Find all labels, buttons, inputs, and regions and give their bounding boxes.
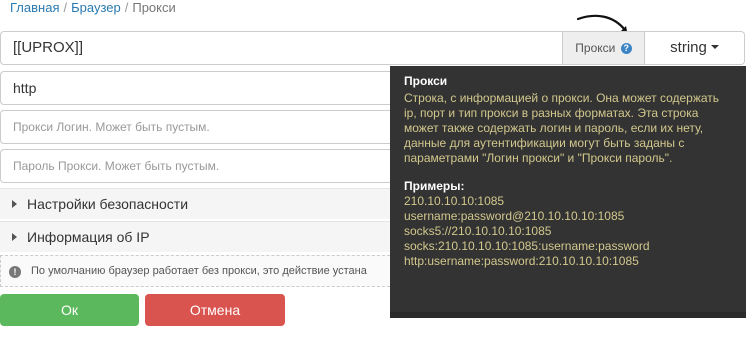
tooltip-example: socks:210.10.10.10:1085:username:passwor… <box>404 239 650 253</box>
notice-text: По умолчанию браузер работает без прокси… <box>31 265 367 277</box>
tooltip-examples-title: Примеры: <box>404 179 465 193</box>
default-proxy-notice: ! По умолчанию браузер работает без прокс… <box>0 255 395 287</box>
tooltip-example: http:username:password:210.10.10.10:1085 <box>404 254 639 268</box>
proxy-help-tooltip: Прокси Строка, с информацией о прокси. О… <box>390 66 746 318</box>
breadcrumb-browser[interactable]: Браузер <box>71 0 121 15</box>
caret-right-icon <box>12 233 17 241</box>
caret-right-icon <box>12 200 17 208</box>
tooltip-example: socks5://210.10.10.10:1085 <box>404 224 552 238</box>
ip-info-toggle[interactable]: Информация об IP <box>0 221 395 252</box>
breadcrumb-separator: / <box>124 0 129 15</box>
ip-info-label: Информация об IP <box>27 229 150 245</box>
help-icon[interactable]: ? <box>620 43 632 54</box>
proxy-input-group: [[UPROX]] Прокси ? string <box>0 31 745 65</box>
tooltip-title: Прокси <box>404 74 448 88</box>
caret-down-icon <box>710 45 719 49</box>
value-type-label: string <box>670 39 707 56</box>
ok-button[interactable]: Ок <box>0 294 139 326</box>
proxy-addon-label: Прокси <box>575 41 616 55</box>
exclamation-icon: ! <box>9 266 21 278</box>
breadcrumb-home[interactable]: Главная <box>10 0 59 15</box>
proxy-label-addon: Прокси ? <box>563 31 645 65</box>
breadcrumb: Главная / Браузер / Прокси <box>10 0 176 15</box>
proxy-string-input[interactable]: [[UPROX]] <box>0 31 563 65</box>
tooltip-example: 210.10.10.10:1085 <box>404 194 505 208</box>
proxy-type-input[interactable]: http <box>0 71 395 105</box>
breadcrumb-separator: / <box>63 0 68 15</box>
security-settings-label: Настройки безопасности <box>27 196 189 212</box>
cancel-button[interactable]: Отмена <box>145 294 285 326</box>
proxy-login-input[interactable]: Прокси Логин. Может быть пустым. <box>0 110 395 144</box>
tooltip-description: Строка, с информацией о прокси. Она може… <box>404 91 720 165</box>
value-type-dropdown[interactable]: string <box>645 31 745 65</box>
security-settings-toggle[interactable]: Настройки безопасности <box>0 188 395 219</box>
breadcrumb-current: Прокси <box>132 0 176 15</box>
tooltip-example: username:password@210.10.10.10:1085 <box>404 209 625 223</box>
proxy-password-input[interactable]: Пароль Прокси. Может быть пустым. <box>0 149 395 183</box>
